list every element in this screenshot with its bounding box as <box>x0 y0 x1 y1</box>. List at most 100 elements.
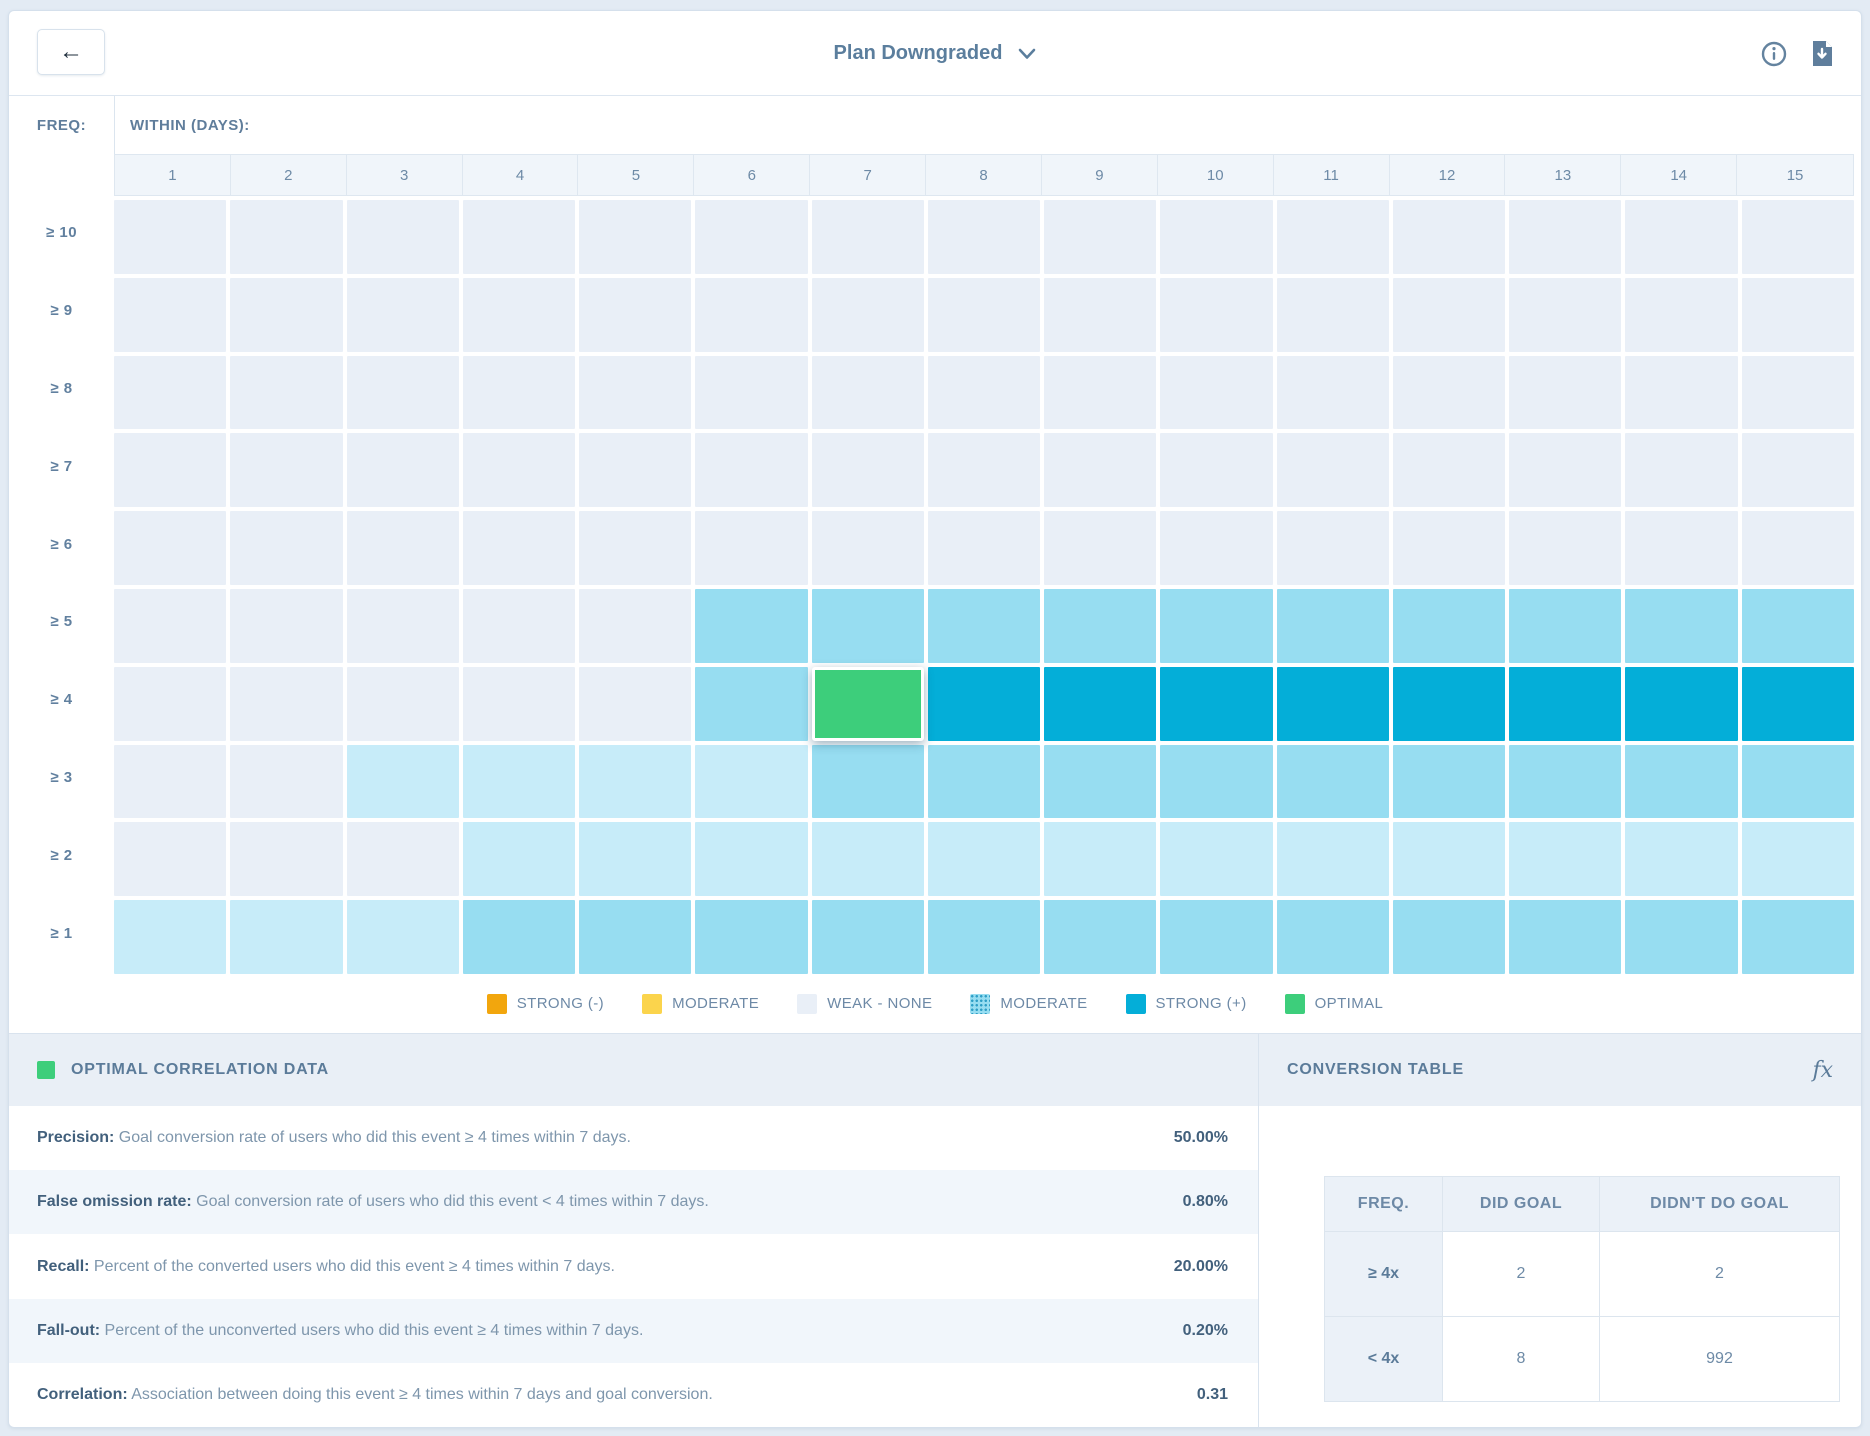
heatmap-cell[interactable] <box>1625 356 1737 430</box>
heatmap-cell[interactable] <box>347 200 459 274</box>
heatmap-cell[interactable] <box>114 589 226 663</box>
heatmap-cell[interactable] <box>1277 667 1389 741</box>
heatmap-cell[interactable] <box>1393 745 1505 819</box>
heatmap-cell[interactable] <box>1277 278 1389 352</box>
heatmap-cell[interactable] <box>1742 745 1854 819</box>
heatmap-cell[interactable] <box>1625 745 1737 819</box>
heatmap-cell[interactable] <box>1509 900 1621 974</box>
heatmap-cell[interactable] <box>347 745 459 819</box>
heatmap-cell[interactable] <box>114 356 226 430</box>
heatmap-cell[interactable] <box>1160 278 1272 352</box>
heatmap-cell[interactable] <box>1742 589 1854 663</box>
download-file-icon[interactable] <box>1809 41 1835 67</box>
heatmap-cell[interactable] <box>1509 745 1621 819</box>
heatmap-cell[interactable] <box>1742 200 1854 274</box>
heatmap-cell[interactable] <box>1509 589 1621 663</box>
heatmap-cell[interactable] <box>1509 278 1621 352</box>
heatmap-cell[interactable] <box>695 589 807 663</box>
heatmap-cell[interactable] <box>347 433 459 507</box>
formula-fx-icon[interactable]: fx <box>1812 1058 1833 1083</box>
heatmap-cell[interactable] <box>928 356 1040 430</box>
heatmap-cell[interactable] <box>812 200 924 274</box>
heatmap-cell[interactable] <box>579 278 691 352</box>
heatmap-cell[interactable] <box>1509 667 1621 741</box>
heatmap-cell[interactable] <box>114 667 226 741</box>
heatmap-cell[interactable] <box>1742 667 1854 741</box>
heatmap-cell[interactable] <box>114 433 226 507</box>
heatmap-cell[interactable] <box>1625 511 1737 585</box>
heatmap-cell[interactable] <box>1625 200 1737 274</box>
heatmap-cell[interactable] <box>230 356 342 430</box>
heatmap-cell[interactable] <box>1044 667 1156 741</box>
heatmap-cell[interactable] <box>1277 200 1389 274</box>
heatmap-cell[interactable] <box>928 511 1040 585</box>
heatmap-cell[interactable] <box>1742 278 1854 352</box>
heatmap-cell[interactable] <box>1277 356 1389 430</box>
heatmap-cell[interactable] <box>1393 278 1505 352</box>
heatmap-cell[interactable] <box>812 900 924 974</box>
heatmap-cell[interactable] <box>1509 200 1621 274</box>
heatmap-cell[interactable] <box>1625 278 1737 352</box>
heatmap-cell[interactable] <box>812 278 924 352</box>
heatmap-cell[interactable] <box>928 745 1040 819</box>
heatmap-cell[interactable] <box>463 511 575 585</box>
heatmap-cell[interactable] <box>230 511 342 585</box>
heatmap-cell[interactable] <box>1393 589 1505 663</box>
heatmap-cell[interactable] <box>1393 356 1505 430</box>
heatmap-cell[interactable] <box>812 589 924 663</box>
heatmap-cell[interactable] <box>812 511 924 585</box>
heatmap-cell[interactable] <box>1044 356 1156 430</box>
heatmap-cell[interactable] <box>1509 433 1621 507</box>
heatmap-cell[interactable] <box>695 356 807 430</box>
heatmap-cell[interactable] <box>463 356 575 430</box>
heatmap-cell[interactable] <box>1044 589 1156 663</box>
heatmap-cell[interactable] <box>1044 900 1156 974</box>
heatmap-cell[interactable] <box>114 278 226 352</box>
heatmap-cell[interactable] <box>928 822 1040 896</box>
heatmap-cell[interactable] <box>695 200 807 274</box>
heatmap-cell[interactable] <box>1044 511 1156 585</box>
heatmap-cell[interactable] <box>1393 667 1505 741</box>
heatmap-cell[interactable] <box>1625 900 1737 974</box>
heatmap-cell[interactable] <box>812 433 924 507</box>
heatmap-cell[interactable] <box>1742 900 1854 974</box>
heatmap-cell[interactable] <box>695 667 807 741</box>
heatmap-cell[interactable] <box>1277 745 1389 819</box>
heatmap-cell[interactable] <box>1625 667 1737 741</box>
heatmap-cell[interactable] <box>1160 667 1272 741</box>
heatmap-cell[interactable] <box>1509 356 1621 430</box>
heatmap-cell[interactable] <box>579 433 691 507</box>
heatmap-cell[interactable] <box>230 667 342 741</box>
heatmap-cell[interactable] <box>1742 822 1854 896</box>
heatmap-cell[interactable] <box>1160 589 1272 663</box>
heatmap-cell[interactable] <box>579 667 691 741</box>
heatmap-cell[interactable] <box>579 200 691 274</box>
heatmap-cell[interactable] <box>230 278 342 352</box>
heatmap-cell[interactable] <box>114 511 226 585</box>
heatmap-cell[interactable] <box>347 278 459 352</box>
heatmap-cell[interactable] <box>1160 900 1272 974</box>
heatmap-cell[interactable] <box>1393 822 1505 896</box>
heatmap-cell[interactable] <box>695 900 807 974</box>
heatmap-cell[interactable] <box>1625 822 1737 896</box>
heatmap-cell[interactable] <box>1160 356 1272 430</box>
heatmap-cell[interactable] <box>230 745 342 819</box>
heatmap-cell[interactable] <box>1044 200 1156 274</box>
heatmap-cell[interactable] <box>1625 433 1737 507</box>
heatmap-cell[interactable] <box>928 200 1040 274</box>
heatmap-cell[interactable] <box>1044 745 1156 819</box>
heatmap-cell[interactable] <box>347 356 459 430</box>
heatmap-cell[interactable] <box>230 900 342 974</box>
heatmap-cell[interactable] <box>928 667 1040 741</box>
heatmap-cell[interactable] <box>230 822 342 896</box>
heatmap-cell[interactable] <box>347 822 459 896</box>
heatmap-cell[interactable] <box>695 511 807 585</box>
heatmap-cell[interactable] <box>579 356 691 430</box>
heatmap-cell[interactable] <box>812 745 924 819</box>
heatmap-cell[interactable] <box>695 278 807 352</box>
heatmap-cell[interactable] <box>1160 745 1272 819</box>
heatmap-cell[interactable] <box>695 822 807 896</box>
heatmap-cell[interactable] <box>1625 589 1737 663</box>
heatmap-cell-selected[interactable] <box>812 667 924 741</box>
heatmap-cell[interactable] <box>1044 278 1156 352</box>
